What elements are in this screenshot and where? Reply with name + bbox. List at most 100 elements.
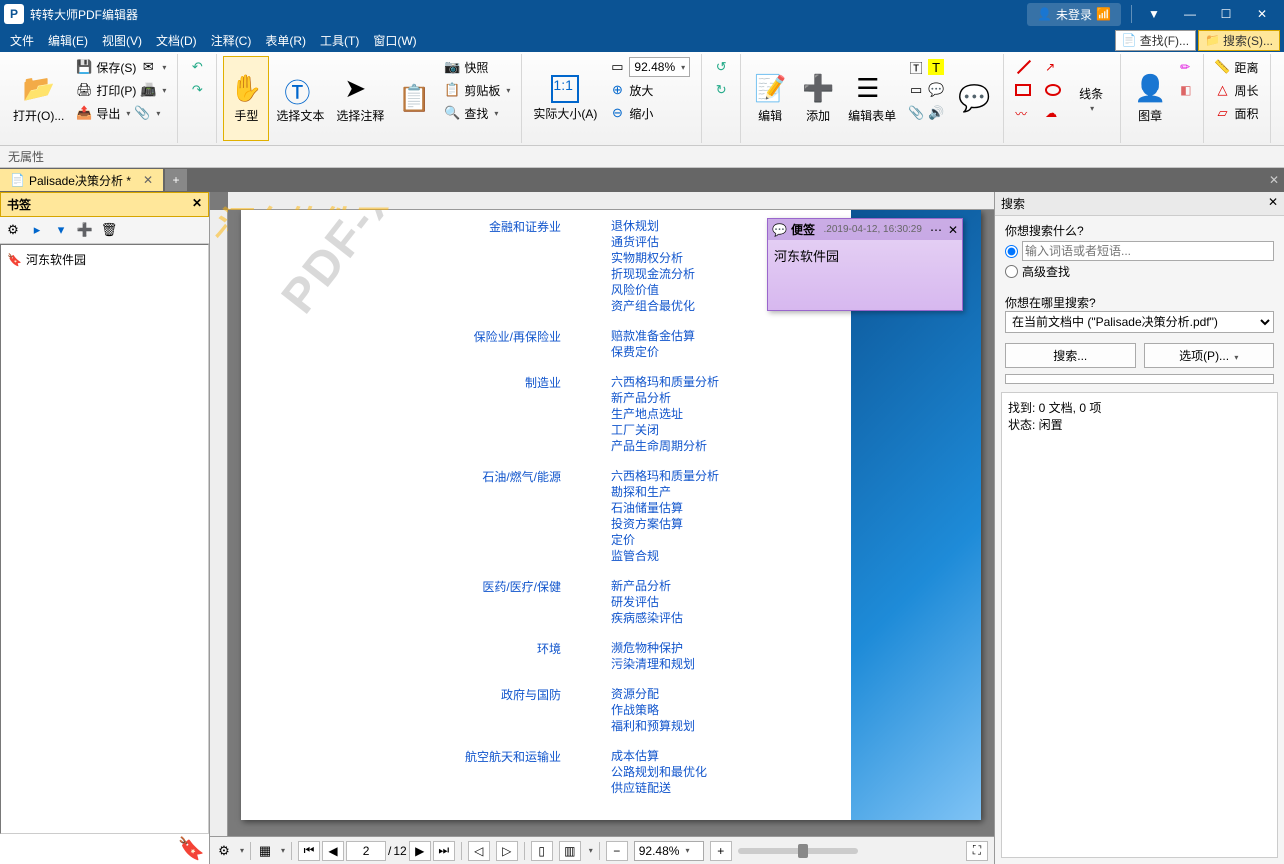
maximize-button[interactable]: ☐	[1208, 3, 1244, 25]
clipboard-button[interactable]: 📋剪贴板▾	[439, 79, 515, 101]
menu-window[interactable]: 窗口(W)	[367, 30, 422, 51]
item-link[interactable]: 折现现金流分析	[611, 266, 695, 282]
textbox-button[interactable]: ▭💬	[903, 79, 949, 101]
menu-tools[interactable]: 工具(T)	[314, 30, 365, 51]
single-page-button[interactable]: ▯	[531, 841, 553, 861]
first-page-button[interactable]: ⏮	[298, 841, 320, 861]
note-button[interactable]: 💬	[951, 56, 997, 141]
print-button[interactable]: 🖨打印(P)📠▾	[71, 79, 171, 101]
arrow-tool-button[interactable]: ↗	[1040, 56, 1066, 78]
actual-size-button[interactable]: 1:1实际大小(A)	[528, 56, 602, 141]
bookmark-collapse-icon[interactable]: ▾	[51, 220, 71, 240]
item-link[interactable]: 供应链配送	[611, 780, 707, 796]
radio-input[interactable]	[1005, 245, 1018, 258]
nav-back-button[interactable]: ◁	[468, 841, 490, 861]
layout-icon[interactable]: ▦	[257, 843, 273, 859]
item-link[interactable]: 六西格玛和质量分析	[611, 374, 719, 390]
page-area[interactable]: PDF-XChange SDK 金融和证券业退休规划通货评估实物期权分析折现现金…	[228, 210, 994, 836]
find-button[interactable]: 📄查找(F)...	[1115, 30, 1196, 51]
rect-tool-button[interactable]	[1010, 79, 1038, 101]
sticky-body[interactable]: 河东软件园	[768, 240, 962, 310]
do-search-button[interactable]: 搜索...	[1005, 343, 1136, 368]
menu-form[interactable]: 表单(R)	[259, 30, 312, 51]
item-link[interactable]: 资产组合最优化	[611, 298, 695, 314]
pencil-button[interactable]: ✏	[1175, 56, 1196, 78]
tab-close-all-button[interactable]: ✕	[1264, 173, 1284, 187]
menu-file[interactable]: 文件	[4, 30, 40, 51]
item-link[interactable]: 疾病感染评估	[611, 610, 683, 626]
callout-icon[interactable]: 💬	[928, 82, 944, 98]
item-link[interactable]: 产品生命周期分析	[611, 438, 719, 454]
add-button[interactable]: ➕添加	[795, 56, 841, 141]
edit-button[interactable]: 📝编辑	[747, 56, 793, 141]
zoom-in-button[interactable]: ⊕放大	[604, 79, 695, 101]
zoom-slider[interactable]	[738, 848, 858, 854]
item-link[interactable]: 实物期权分析	[611, 250, 695, 266]
save-button[interactable]: 💾保存(S)✉▾	[71, 56, 171, 78]
share-icon[interactable]: 📎	[134, 105, 150, 121]
item-link[interactable]: 新产品分析	[611, 578, 683, 594]
select-text-button[interactable]: Ⓣ选择文本	[271, 56, 329, 141]
fullscreen-button[interactable]: ⛶	[966, 841, 988, 861]
zoom-in-status-button[interactable]: +	[710, 841, 732, 861]
account-button[interactable]: 👤 未登录 📶	[1027, 3, 1121, 26]
area-button[interactable]: ▱面积	[1210, 102, 1264, 124]
search-button[interactable]: 📁搜索(S)...	[1198, 30, 1280, 51]
zoom-combo[interactable]: 92.48%▾	[629, 57, 690, 77]
minimize-button[interactable]: —	[1172, 3, 1208, 25]
item-link[interactable]: 生产地点选址	[611, 406, 719, 422]
zoom-status-combo[interactable]: 92.48%▾	[634, 841, 704, 861]
page-input[interactable]	[346, 841, 386, 861]
item-link[interactable]: 退休规划	[611, 218, 695, 234]
bookmark-new-icon[interactable]: ➕	[75, 220, 95, 240]
radio-input[interactable]	[1005, 265, 1018, 278]
item-link[interactable]: 监管合规	[611, 548, 719, 564]
nav-fwd-button[interactable]: ▷	[496, 841, 518, 861]
item-link[interactable]: 工厂关闭	[611, 422, 719, 438]
item-link[interactable]: 污染清理和规划	[611, 656, 695, 672]
menu-document[interactable]: 文档(D)	[150, 30, 203, 51]
zoom-out-button[interactable]: ⊖缩小	[604, 102, 695, 124]
item-link[interactable]: 濒危物种保护	[611, 640, 695, 656]
undo-button[interactable]: ↶	[184, 56, 210, 78]
item-link[interactable]: 勘探和生产	[611, 484, 719, 500]
search-options-button[interactable]: 选项(P)... ▾	[1144, 343, 1275, 368]
polyline-button[interactable]: 〰	[1010, 102, 1038, 124]
item-link[interactable]: 六西格玛和质量分析	[611, 468, 719, 484]
line-tool-button[interactable]	[1010, 56, 1038, 78]
sound-icon[interactable]: 🔊	[928, 105, 944, 121]
search-input[interactable]	[1022, 241, 1274, 261]
menu-view[interactable]: 视图(V)	[96, 30, 148, 51]
cloud-button[interactable]: ☁	[1040, 102, 1066, 124]
search-text-radio[interactable]	[1005, 241, 1274, 261]
open-button[interactable]: 📂打开(O)...	[8, 56, 69, 141]
tab-document[interactable]: 📄 Palisade决策分析 * ✕	[0, 169, 163, 191]
options-icon[interactable]: ⚙	[216, 843, 232, 859]
search-panel-close-icon[interactable]: ✕	[1268, 195, 1278, 212]
item-link[interactable]: 福利和预算规划	[611, 718, 695, 734]
item-link[interactable]: 风险价值	[611, 282, 695, 298]
item-link[interactable]: 通货评估	[611, 234, 695, 250]
highlight-icon[interactable]: T	[928, 59, 944, 75]
snapshot-button[interactable]: 📷快照	[439, 56, 515, 78]
rotate-left-button[interactable]: ↺	[708, 56, 734, 78]
continuous-button[interactable]: ▥	[559, 841, 581, 861]
export-button[interactable]: 📤导出▾📎▾	[71, 102, 171, 124]
close-button[interactable]: ✕	[1244, 3, 1280, 25]
sticky-menu-icon[interactable]: ⋯	[930, 223, 942, 237]
scan-icon[interactable]: 📠	[140, 82, 156, 98]
item-link[interactable]: 赔款准备金估算	[611, 328, 695, 344]
fit-page-button[interactable]: ▭92.48%▾	[604, 56, 695, 78]
item-link[interactable]: 研发评估	[611, 594, 683, 610]
zoom-out-status-button[interactable]: −	[606, 841, 628, 861]
eraser-button[interactable]: ◧	[1175, 79, 1196, 101]
search-advanced-radio[interactable]: 高级查找	[1005, 263, 1274, 280]
item-link[interactable]: 石油储量估算	[611, 500, 719, 516]
ellipse-button[interactable]	[1040, 79, 1066, 101]
item-link[interactable]: 作战策略	[611, 702, 695, 718]
sticky-close-icon[interactable]: ✕	[948, 223, 958, 237]
dropdown-button[interactable]: ▼	[1136, 3, 1172, 25]
search-where-select[interactable]: 在当前文档中 ("Palisade决策分析.pdf")	[1005, 311, 1274, 333]
lines-button[interactable]: 线条▾	[1068, 56, 1114, 141]
last-page-button[interactable]: ⏭	[433, 841, 455, 861]
